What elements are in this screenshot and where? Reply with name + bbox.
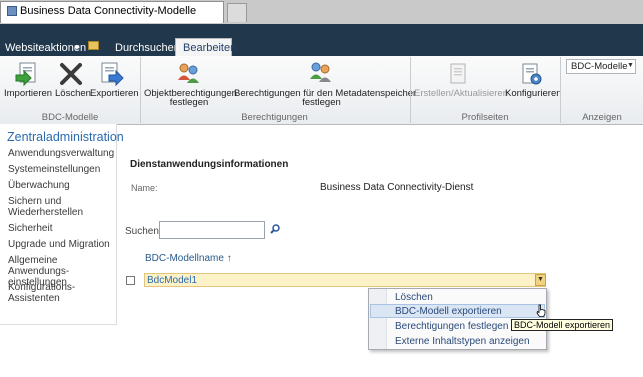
search-input[interactable] bbox=[159, 221, 265, 239]
search-label: Suchen bbox=[125, 226, 159, 237]
view-dropdown-value[interactable]: BDC-Modelle bbox=[571, 61, 628, 72]
tab-browse[interactable]: Durchsuchen bbox=[115, 42, 180, 54]
nav-item-upgrade-migration[interactable]: Upgrade und Migration bbox=[8, 239, 118, 250]
nav-item-system-settings[interactable]: Systemeinstellungen bbox=[8, 164, 118, 175]
browser-tab-title: Business Data Connectivity-Modelle bbox=[20, 5, 197, 17]
column-header-label[interactable]: BDC-Modellname bbox=[145, 253, 224, 264]
metadata-permissions-label-2[interactable]: festlegen bbox=[234, 98, 409, 108]
group-label-profile-pages: Profilseiten bbox=[461, 112, 509, 123]
import-button[interactable]: Importieren bbox=[4, 89, 52, 99]
create-update-icon bbox=[450, 63, 466, 84]
chevron-down-icon[interactable]: ▼ bbox=[537, 276, 544, 283]
chevron-down-icon[interactable]: ▼ bbox=[627, 62, 634, 69]
export-icon[interactable] bbox=[99, 61, 125, 87]
group-label-view: Anzeigen bbox=[582, 112, 622, 123]
page-favicon-icon bbox=[7, 6, 17, 16]
delete-button[interactable]: Löschen bbox=[55, 89, 91, 99]
menu-item-set-permissions[interactable]: Berechtigungen festlegen bbox=[395, 321, 508, 332]
search-icon[interactable] bbox=[270, 224, 280, 234]
section-heading: Dienstanwendungsinformationen bbox=[130, 159, 289, 170]
nav-item-configuration-wizards[interactable]: Konfigurations-Assistenten bbox=[8, 282, 118, 304]
group-label-bdc-models: BDC-Modelle bbox=[41, 112, 99, 123]
table-row[interactable] bbox=[144, 273, 546, 287]
delete-icon[interactable] bbox=[58, 61, 84, 87]
menu-item-delete[interactable]: Löschen bbox=[395, 292, 433, 303]
nav-title-central-admin[interactable]: Zentraladministration bbox=[7, 130, 124, 144]
context-menu-icon-gutter bbox=[369, 289, 387, 349]
metadata-permissions-icon[interactable] bbox=[308, 60, 334, 86]
configure-icon[interactable] bbox=[518, 61, 544, 87]
object-permissions-label-2[interactable]: festlegen bbox=[144, 98, 234, 108]
row-checkbox[interactable] bbox=[126, 276, 135, 285]
nav-item-monitoring[interactable]: Überwachung bbox=[8, 180, 118, 191]
new-tab-button[interactable] bbox=[227, 3, 247, 22]
menu-item-export-bdc-model[interactable]: BDC-Modell exportieren bbox=[395, 306, 502, 317]
navigate-up-folder-icon[interactable] bbox=[88, 41, 99, 50]
row-model-name-link[interactable]: BdcModel1 bbox=[147, 275, 197, 286]
name-label: Name: bbox=[131, 183, 158, 193]
object-permissions-icon[interactable] bbox=[176, 60, 202, 86]
nav-item-security[interactable]: Sicherheit bbox=[8, 223, 118, 234]
tooltip: BDC-Modell exportieren bbox=[511, 319, 614, 331]
nav-item-application-management[interactable]: Anwendungsverwaltung bbox=[8, 148, 118, 159]
configure-button[interactable]: Konfigurieren bbox=[505, 89, 562, 99]
hand-cursor-icon bbox=[536, 304, 546, 317]
import-icon[interactable] bbox=[14, 61, 40, 87]
column-header-bdc-model-name[interactable]: BDC-Modellname ↑ bbox=[145, 253, 232, 264]
nav-item-backup-restore[interactable]: Sichern und Wiederherstellen bbox=[8, 196, 118, 218]
group-label-permissions: Berechtigungen bbox=[241, 112, 308, 123]
ribbon-tab-bar bbox=[0, 24, 643, 56]
create-update-button: Erstellen/Aktualisieren bbox=[414, 88, 508, 99]
sort-ascending-icon: ↑ bbox=[226, 253, 232, 264]
name-value: Business Data Connectivity-Dienst bbox=[320, 182, 474, 193]
export-button[interactable]: Exportieren bbox=[90, 89, 139, 99]
chevron-down-icon[interactable]: ▼ bbox=[73, 43, 81, 52]
tab-edit-label[interactable]: Bearbeiten bbox=[183, 42, 236, 54]
menu-item-view-external-content-types[interactable]: Externe Inhaltstypen anzeigen bbox=[395, 336, 530, 347]
